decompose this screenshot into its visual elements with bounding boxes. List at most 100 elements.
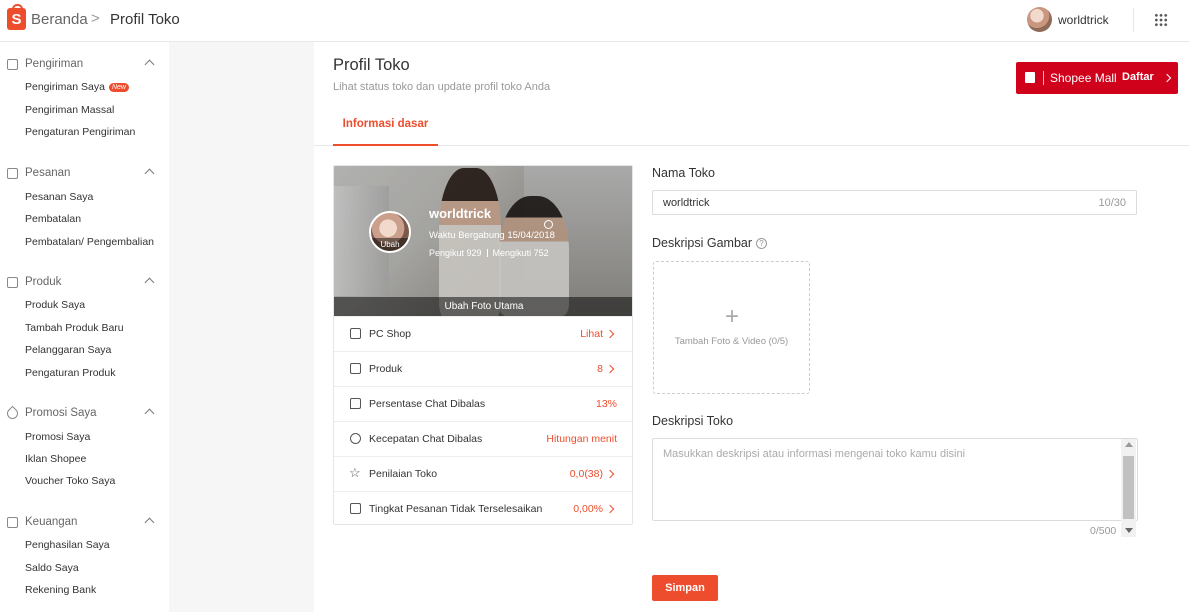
mall-label: Shopee Mall [1050, 71, 1117, 85]
header-divider [1133, 8, 1134, 32]
chevron-up-icon[interactable] [144, 168, 155, 179]
shop-avatar[interactable]: Ubah [369, 211, 411, 253]
new-badge: New [108, 83, 129, 92]
row-chat-rate: Persentase Chat Dibalas 13% [334, 386, 632, 421]
gutter [169, 42, 314, 612]
sidebar-section-produk[interactable]: Produk [0, 274, 169, 294]
breadcrumb-current: Profil Toko [110, 11, 180, 28]
row-chat-speed: Kecepatan Chat Dibalas Hitungan menit [334, 421, 632, 456]
gift-box-icon [350, 363, 361, 374]
sidebar-section-pesanan[interactable]: Pesanan [0, 165, 169, 185]
sidebar-item-tambah-produk[interactable]: Tambah Produk Baru [25, 322, 124, 334]
sidebar-item-pesanan-saya[interactable]: Pesanan Saya [25, 191, 93, 203]
sidebar-item-pembatalan[interactable]: Pembatalan [25, 213, 81, 225]
row-value: 13% [595, 398, 617, 410]
username[interactable]: worldtrick [1058, 13, 1109, 27]
shop-name-counter: 10/30 [1098, 197, 1126, 209]
chevron-up-icon[interactable] [144, 277, 155, 288]
upload-media-label: Tambah Foto & Video (0/5) [674, 336, 789, 347]
sidebar-item-voucher[interactable]: Voucher Toko Saya [25, 475, 115, 487]
row-produk[interactable]: Produk 8 [334, 351, 632, 386]
shop-description-placeholder: Masukkan deskripsi atau informasi mengen… [663, 448, 966, 460]
shop-description-textarea[interactable]: Masukkan deskripsi atau informasi mengen… [652, 438, 1138, 521]
row-value: Lihat [580, 328, 603, 340]
row-label: Penilaian Toko [369, 468, 438, 480]
sidebar-item-pengiriman-saya[interactable]: Pengiriman Saya New [25, 81, 129, 93]
box-icon [7, 59, 18, 70]
mall-divider [1043, 71, 1044, 85]
sidebar-item-saldo[interactable]: Saldo Saya [25, 562, 79, 574]
sidebar-section-label: Pesanan [25, 167, 71, 179]
sidebar-section-pengiriman[interactable]: Pengiriman [0, 56, 169, 76]
textarea-scrollbar[interactable] [1121, 439, 1136, 537]
apps-grid-icon[interactable] [1154, 13, 1168, 27]
shop-description-label: Deskripsi Toko [652, 414, 734, 428]
sidebar-item-penghasilan[interactable]: Penghasilan Saya [25, 539, 110, 551]
plus-icon: + [725, 303, 740, 330]
page-subtitle: Lihat status toko dan update profil toko… [333, 81, 551, 93]
shopping-bag-icon [1025, 72, 1035, 83]
chevron-up-icon[interactable] [144, 59, 155, 70]
sidebar-item-pengiriman-massal[interactable]: Pengiriman Massal [25, 104, 114, 116]
row-label: Persentase Chat Dibalas [369, 398, 486, 410]
main-panel: Profil Toko Lihat status toko dan update… [314, 42, 1189, 612]
shop-name-input[interactable]: worldtrick 10/30 [652, 190, 1137, 215]
follow-stats: Pengikut 929 Mengikuti 752 [429, 248, 549, 258]
change-avatar-label[interactable]: Ubah [371, 238, 409, 251]
sidebar-item-label: Pengiriman Saya [25, 81, 105, 93]
sidebar-item-iklan-shopee[interactable]: Iklan Shopee [25, 453, 86, 465]
user-avatar[interactable] [1027, 7, 1052, 32]
top-bar: S Beranda > Profil Toko worldtrick [0, 0, 1189, 42]
description-counter: 0/500 [1090, 525, 1117, 537]
wallet-icon [7, 517, 18, 528]
save-button[interactable]: Simpan [652, 575, 718, 601]
tag-icon [4, 405, 21, 422]
sidebar-section-label: Promosi Saya [25, 407, 97, 419]
shopee-mall-button[interactable]: Shopee Mall Daftar [1016, 62, 1178, 94]
image-description-text: Deskripsi Gambar [652, 236, 753, 250]
scroll-down-icon[interactable] [1125, 528, 1133, 533]
followers-count: Pengikut 929 [429, 248, 482, 258]
row-value: Hitungan menit [546, 433, 617, 445]
sidebar-item-rekening[interactable]: Rekening Bank [25, 584, 96, 596]
sidebar-section-label: Pengiriman [25, 58, 84, 70]
star-icon: ☆ [349, 465, 361, 480]
sidebar-item-pengaturan-pengiriman[interactable]: Pengaturan Pengiriman [25, 126, 135, 138]
row-value: 0,0(38) [569, 468, 603, 480]
scroll-up-icon[interactable] [1125, 442, 1133, 447]
shop-name: worldtrick [429, 206, 492, 221]
breadcrumb-home[interactable]: Beranda [31, 11, 88, 28]
sidebar-item-pelanggaran[interactable]: Pelanggaran Saya [25, 344, 111, 356]
join-date: Waktu Bergabung 15/04/2018 [429, 230, 555, 241]
row-rating[interactable]: ☆ Penilaian Toko 0,0(38) [334, 456, 632, 491]
sidebar-item-promosi-saya[interactable]: Promosi Saya [25, 431, 90, 443]
monitor-icon [350, 328, 361, 339]
shop-name-value: worldtrick [663, 197, 710, 209]
sidebar-section-promosi[interactable]: Promosi Saya [0, 405, 169, 425]
row-label: Kecepatan Chat Dibalas [369, 433, 483, 445]
page-title: Profil Toko [333, 56, 410, 74]
scroll-thumb[interactable] [1123, 456, 1134, 519]
tabs-divider [314, 145, 1189, 146]
row-pc-shop[interactable]: PC Shop Lihat [334, 316, 632, 351]
sidebar-section-keuangan[interactable]: Keuangan [0, 514, 169, 534]
row-unfinished-orders[interactable]: Tingkat Pesanan Tidak Terselesaikan 0,00… [334, 491, 632, 524]
sidebar-item-produk-saya[interactable]: Produk Saya [25, 299, 85, 311]
chat-bubble-icon [350, 398, 361, 409]
help-icon[interactable]: ? [756, 238, 768, 249]
chevron-up-icon[interactable] [144, 408, 155, 419]
sidebar: Pengiriman Pengiriman Saya New Pengiriman… [0, 42, 169, 612]
tab-informasi-dasar[interactable]: Informasi dasar [333, 104, 438, 146]
product-icon [7, 277, 18, 288]
edit-icon[interactable] [544, 220, 553, 229]
chevron-right-icon [605, 364, 615, 374]
chevron-right-icon [1162, 73, 1172, 83]
chevron-up-icon[interactable] [144, 517, 155, 528]
sidebar-item-pengembalian[interactable]: Pembatalan/ Pengembalian [25, 236, 154, 248]
chevron-right-icon [605, 329, 615, 339]
upload-media-box[interactable]: + Tambah Foto & Video (0/5) [653, 261, 810, 394]
shopee-logo-icon[interactable]: S [7, 4, 26, 30]
change-cover-button[interactable]: Ubah Foto Utama [334, 297, 632, 316]
clipboard-icon [7, 168, 18, 179]
sidebar-item-pengaturan-produk[interactable]: Pengaturan Produk [25, 367, 115, 379]
